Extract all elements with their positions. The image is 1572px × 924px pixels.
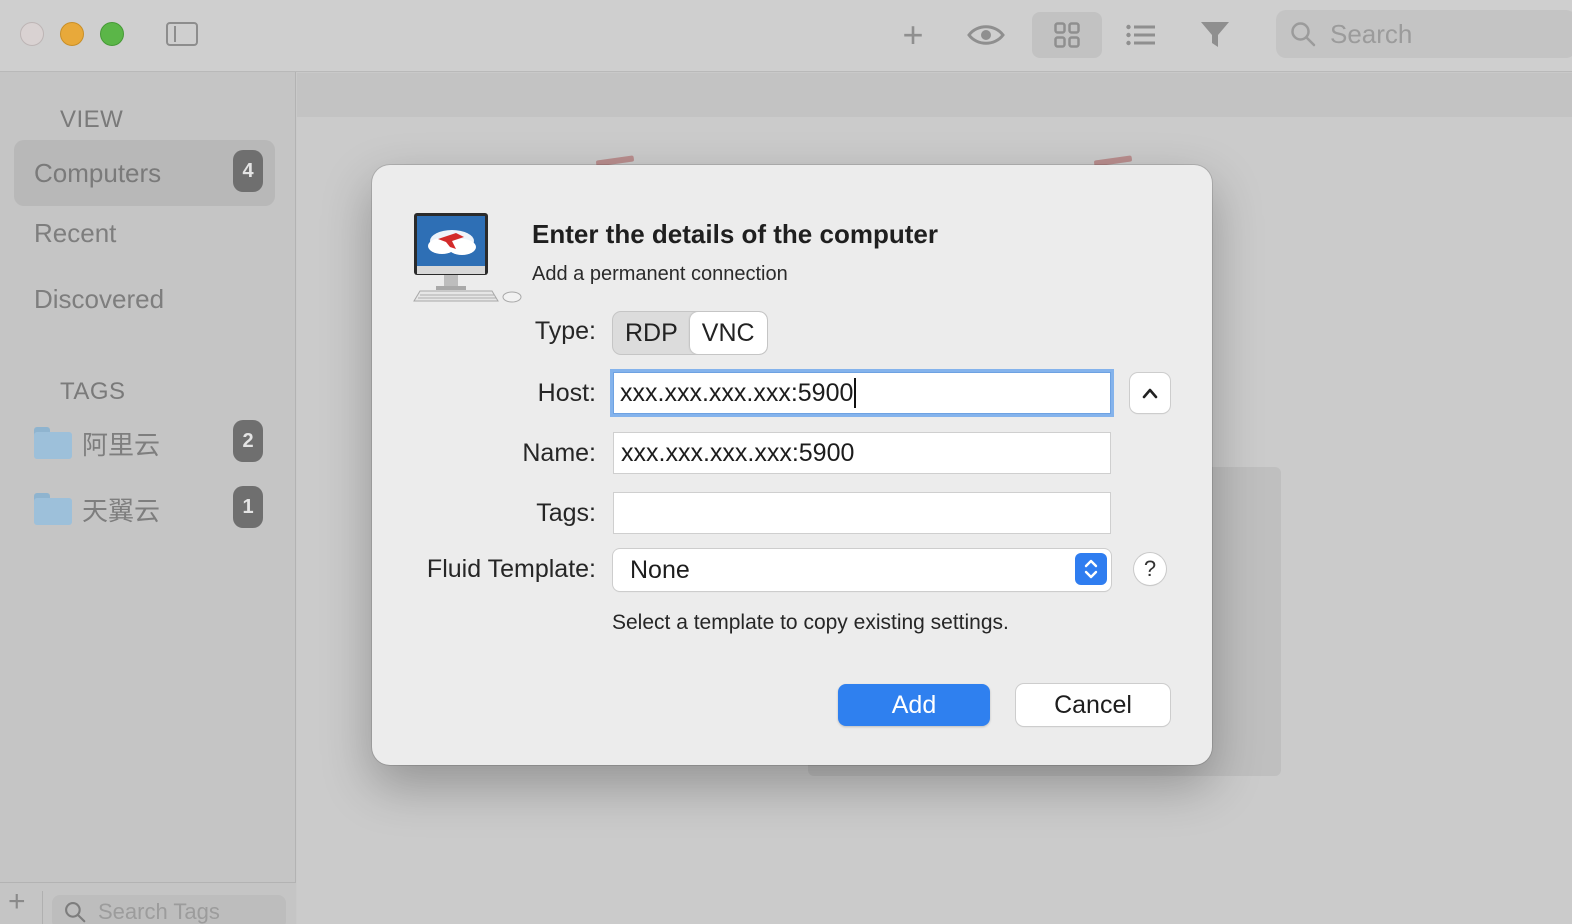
fluid-template-label: Fluid Template:: [426, 555, 596, 583]
sidebar-item-label: Recent: [34, 217, 117, 248]
sidebar-section-view: VIEW: [60, 106, 124, 133]
type-label: Type:: [534, 317, 596, 345]
sidebar-tag-aliyun[interactable]: 阿里云 2: [14, 410, 275, 476]
name-input[interactable]: xxx.xxx.xxx.xxx:5900: [613, 432, 1111, 474]
grid-view-button[interactable]: [1032, 12, 1102, 58]
question-mark-icon: ?: [1143, 556, 1157, 581]
count-badge: 1: [233, 486, 263, 528]
host-history-button[interactable]: [1130, 373, 1170, 413]
folder-icon: [34, 427, 72, 459]
funnel-icon: [1201, 22, 1229, 47]
add-tag-button[interactable]: +: [8, 887, 26, 917]
sidebar-tag-label: 天翼云: [82, 495, 161, 526]
quick-look-button[interactable]: [962, 12, 1010, 58]
computer-icon: [413, 213, 522, 303]
template-hint-text: Select a template to copy existing setti…: [612, 611, 1009, 634]
fluid-template-value: None: [630, 555, 690, 584]
eye-icon: [967, 25, 1005, 45]
search-field[interactable]: Search: [1276, 10, 1572, 58]
dialog-subtitle: Add a permanent connection: [532, 263, 788, 285]
sidebar-item-recent[interactable]: Recent: [14, 200, 275, 266]
tags-label: Tags:: [536, 499, 596, 527]
grid-icon: [1054, 22, 1080, 48]
add-computer-button[interactable]: +: [892, 12, 934, 58]
sidebar-footer: + Search Tags: [0, 882, 296, 924]
search-tags-placeholder: Search Tags: [98, 899, 220, 924]
fluid-template-select[interactable]: None: [613, 549, 1111, 591]
search-placeholder: Search: [1330, 18, 1413, 49]
add-button[interactable]: Add: [838, 684, 990, 726]
name-value: xxx.xxx.xxx.xxx:5900: [621, 438, 855, 467]
type-segmented-control: RDP VNC: [612, 311, 768, 355]
sidebar: VIEW Computers 4 Recent Discovered TAGS …: [0, 72, 296, 924]
name-label: Name:: [522, 439, 596, 467]
sidebar-toggle-icon[interactable]: [166, 22, 198, 46]
host-value: xxx.xxx.xxx.xxx:5900: [620, 378, 854, 407]
content-header: [297, 73, 1572, 117]
sidebar-item-discovered[interactable]: Discovered: [14, 266, 275, 332]
zoom-window-button[interactable]: [100, 22, 124, 46]
minimize-window-button[interactable]: [60, 22, 84, 46]
add-computer-dialog: Enter the details of the computer Add a …: [372, 165, 1212, 765]
search-icon: [65, 902, 86, 923]
search-icon: [1291, 22, 1316, 47]
search-tags-field[interactable]: Search Tags: [52, 895, 286, 924]
list-icon: [1126, 24, 1155, 46]
sidebar-tag-label: 阿里云: [82, 429, 161, 460]
sidebar-section-tags: TAGS: [60, 378, 126, 405]
host-input[interactable]: xxx.xxx.xxx.xxx:5900: [610, 369, 1114, 417]
count-badge: 2: [233, 420, 263, 462]
folder-icon: [34, 493, 72, 525]
chevron-up-icon: [1142, 388, 1158, 399]
count-badge: 4: [233, 150, 263, 192]
sidebar-item-computers[interactable]: Computers 4: [14, 140, 275, 206]
filter-button[interactable]: [1192, 12, 1238, 58]
sidebar-item-label: Discovered: [34, 283, 165, 314]
text-cursor: [854, 378, 857, 408]
type-option-rdp[interactable]: RDP: [613, 312, 690, 354]
divider: [42, 891, 43, 924]
title-bar: + Search: [0, 0, 1572, 72]
type-option-vnc[interactable]: VNC: [689, 312, 767, 354]
plus-icon: +: [902, 14, 924, 55]
up-down-chevron-icon: [1075, 553, 1107, 585]
sidebar-tag-tianyiyun[interactable]: 天翼云 1: [14, 476, 275, 542]
close-window-button[interactable]: [20, 22, 44, 46]
dialog-title: Enter the details of the computer: [532, 219, 938, 249]
sidebar-item-label: Computers: [34, 157, 162, 188]
help-button[interactable]: ?: [1134, 553, 1166, 585]
host-label: Host:: [537, 379, 596, 407]
list-view-button[interactable]: [1116, 12, 1166, 58]
tags-input[interactable]: [613, 492, 1111, 534]
cancel-button[interactable]: Cancel: [1016, 684, 1170, 726]
